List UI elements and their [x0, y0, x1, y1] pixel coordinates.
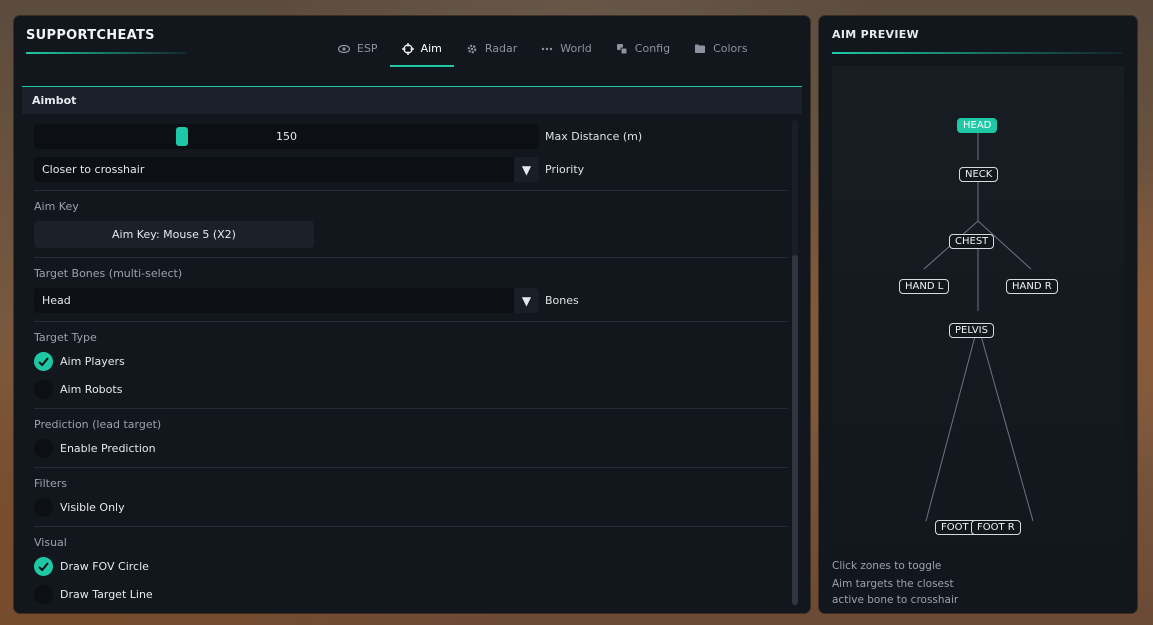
- bone-chest[interactable]: CHEST: [949, 234, 995, 249]
- brand-title: SUPPORTCHEATS: [26, 28, 155, 43]
- visual-title: Visual: [34, 536, 67, 549]
- checkbox-indicator[interactable]: [34, 439, 53, 458]
- help-text-line: Click zones to toggle: [832, 560, 942, 572]
- checkbox-indicator[interactable]: [34, 557, 53, 576]
- prediction-title: Prediction (lead target): [34, 418, 162, 431]
- preview-title: AIM PREVIEW: [832, 28, 919, 41]
- bones-label: Bones: [545, 294, 579, 307]
- tab-label: Colors: [713, 42, 748, 55]
- bone-neck[interactable]: NECK: [959, 167, 999, 182]
- checkbox-label: Visible Only: [60, 501, 125, 514]
- tab-world[interactable]: World: [529, 38, 604, 65]
- divider: [34, 257, 788, 258]
- checkbox-label: Enable Prediction: [60, 442, 156, 455]
- help-text-line: Aim targets the closest: [832, 578, 954, 590]
- checkmark-icon: [38, 357, 49, 367]
- divider: [34, 408, 788, 409]
- tab-bar: ESP Aim Radar World Config Colors: [326, 38, 760, 67]
- section-header-aimbot: Aimbot: [22, 86, 802, 114]
- max-distance-slider[interactable]: 150: [34, 124, 539, 149]
- dropdown-arrow-icon[interactable]: ▼: [514, 157, 539, 182]
- dropdown-arrow-icon[interactable]: ▼: [514, 288, 539, 313]
- draw-target-line-checkbox[interactable]: Draw Target Line: [34, 585, 153, 604]
- settings-content: 150 Max Distance (m) Closer to crosshair…: [22, 120, 788, 610]
- bone-head[interactable]: HEAD: [957, 118, 998, 133]
- visible-only-checkbox[interactable]: Visible Only: [34, 498, 125, 517]
- slider-value: 150: [276, 130, 297, 143]
- divider: [34, 190, 788, 191]
- checkbox-label: Aim Players: [60, 355, 125, 368]
- checkbox-label: Aim Robots: [60, 383, 123, 396]
- dots-icon: [542, 47, 553, 50]
- eye-icon: [338, 44, 350, 53]
- main-panel: SUPPORTCHEATS ESP Aim Radar World Config…: [14, 16, 810, 613]
- enable-prediction-checkbox[interactable]: Enable Prediction: [34, 439, 156, 458]
- priority-value: Closer to crosshair: [42, 163, 145, 176]
- divider: [34, 321, 788, 322]
- folder-icon: [695, 44, 706, 53]
- target-bones-title: Target Bones (multi-select): [34, 267, 183, 280]
- tab-label: Radar: [484, 42, 518, 55]
- divider: [34, 467, 788, 468]
- checkmark-icon: [38, 562, 49, 572]
- section-title: Aimbot: [32, 93, 77, 107]
- target-type-title: Target Type: [34, 331, 97, 344]
- checkbox-indicator[interactable]: [34, 498, 53, 517]
- draw-fov-circle-checkbox[interactable]: Draw FOV Circle: [34, 557, 149, 576]
- tab-label: World: [560, 42, 592, 55]
- tab-esp[interactable]: ESP: [326, 38, 390, 65]
- tab-label: ESP: [357, 42, 378, 55]
- checkbox-label: Draw FOV Circle: [60, 560, 149, 573]
- bone-hand-left[interactable]: HAND L: [899, 279, 950, 294]
- priority-row: Closer to crosshair ▼ Priority: [34, 157, 584, 182]
- skeleton-preview: HEAD NECK CHEST HAND L HAND R PELVIS FOO…: [832, 66, 1124, 566]
- tab-config[interactable]: Config: [604, 38, 682, 65]
- tab-label: Config: [634, 42, 671, 55]
- checkbox-label: Draw Target Line: [60, 588, 153, 601]
- help-text-line: active bone to crosshair: [832, 594, 959, 606]
- checkbox-indicator[interactable]: [34, 352, 53, 371]
- tab-label: Aim: [420, 42, 442, 55]
- aim-key-title: Aim Key: [34, 200, 79, 213]
- skeleton-lines: [923, 121, 1034, 522]
- aim-robots-checkbox[interactable]: Aim Robots: [34, 380, 122, 399]
- brand-underline: [26, 52, 186, 54]
- gear-icon: [467, 44, 477, 53]
- filters-title: Filters: [34, 477, 67, 490]
- scrollbar-thumb[interactable]: [792, 255, 798, 605]
- tab-aim[interactable]: Aim: [389, 38, 455, 67]
- max-distance-row: 150 Max Distance (m): [34, 124, 642, 149]
- bone-hand-right[interactable]: HAND R: [1006, 279, 1058, 294]
- checkbox-indicator[interactable]: [34, 585, 53, 604]
- aim-key-button[interactable]: Aim Key: Mouse 5 (X2): [34, 221, 314, 248]
- divider: [34, 526, 788, 527]
- aim-preview-panel: AIM PREVIEW HEAD NECK CHEST HAND L HAND …: [819, 16, 1137, 613]
- bone-pelvis[interactable]: PELVIS: [949, 323, 994, 338]
- scrollbar[interactable]: [792, 120, 798, 606]
- bone-foot-right[interactable]: FOOT R: [971, 520, 1021, 535]
- max-distance-label: Max Distance (m): [545, 130, 643, 143]
- bones-value: Head: [42, 294, 71, 307]
- preview-underline: [832, 52, 1122, 54]
- target-bones-row: Head ▼ Bones: [34, 288, 579, 313]
- checkbox-indicator[interactable]: [34, 380, 53, 399]
- bones-dropdown[interactable]: Head ▼: [34, 288, 539, 313]
- tab-radar[interactable]: Radar: [454, 38, 529, 65]
- priority-dropdown[interactable]: Closer to crosshair ▼: [34, 157, 539, 182]
- config-icon: [616, 43, 628, 54]
- priority-label: Priority: [545, 163, 585, 176]
- aim-players-checkbox[interactable]: Aim Players: [34, 352, 125, 371]
- crosshair-icon: [401, 42, 414, 55]
- tab-colors[interactable]: Colors: [682, 38, 759, 65]
